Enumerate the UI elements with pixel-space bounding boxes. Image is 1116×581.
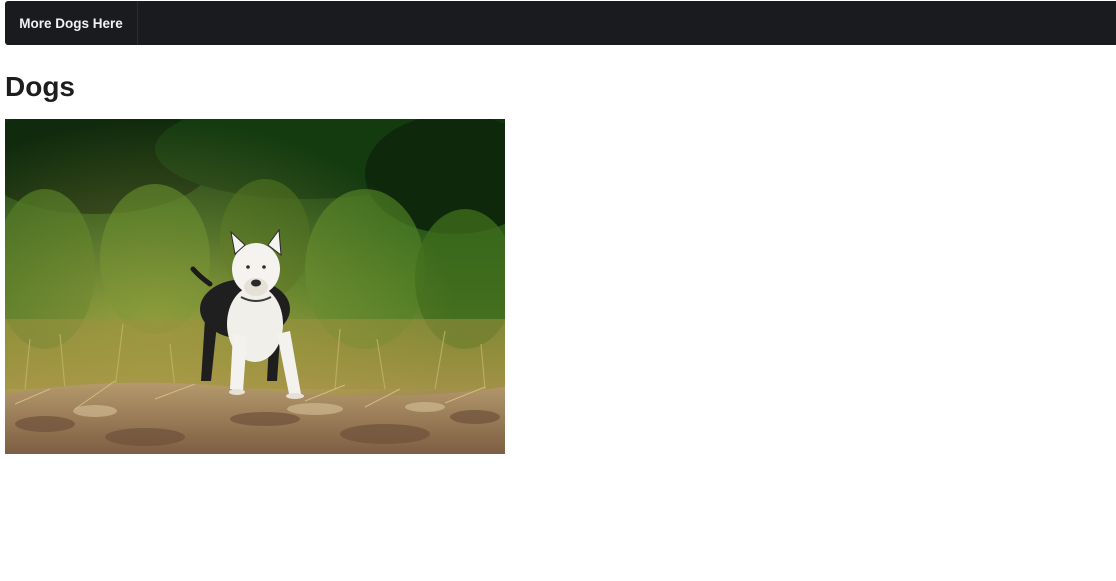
- page: More Dogs Here Dogs: [0, 0, 1116, 581]
- dog-photo: [5, 119, 505, 454]
- page-title: Dogs: [5, 71, 75, 102]
- nav-link-more-dogs[interactable]: More Dogs Here: [5, 1, 138, 45]
- top-navbar: More Dogs Here: [5, 1, 1116, 45]
